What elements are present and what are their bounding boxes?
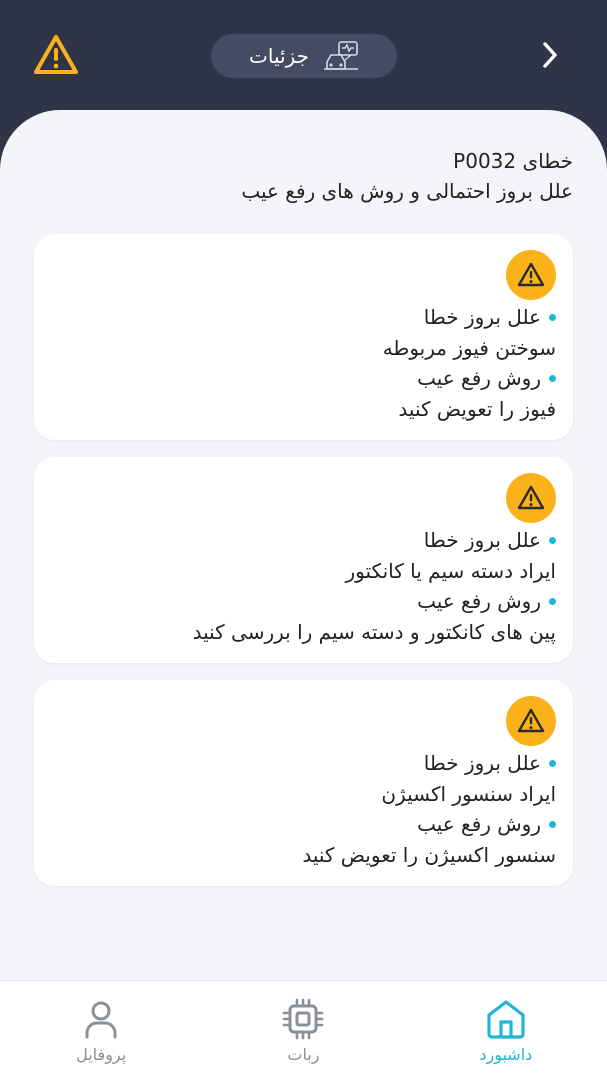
fault-code: خطای P0032 [453, 149, 573, 173]
page-title-pill: جزئیات [211, 34, 397, 78]
cause-text: ایراد سنسور اکسیژن [381, 781, 556, 806]
chevron-right-icon [543, 42, 557, 68]
nav-dashboard[interactable]: داشبورد [431, 997, 581, 1064]
nav-profile[interactable]: پروفایل [26, 997, 176, 1064]
cause-card: علل بروز خطا سوختن فیوز مربوطه روش رفع ع… [34, 234, 573, 440]
user-icon [85, 1001, 117, 1039]
warning-triangle-icon [517, 485, 545, 510]
fix-text: پین های کانکتور و دسته سیم را بررسی کنید [192, 619, 556, 644]
bottom-navigation: پروفایل ربات داشبورد [0, 980, 607, 1080]
fault-subtitle: علل بروز احتمالی و روش های رفع عیب [241, 179, 573, 203]
content-area: خطای P0032 علل بروز احتمالی و روش های رف… [0, 110, 607, 980]
card-warning-badge [506, 250, 556, 300]
page-title: جزئیات [249, 44, 309, 68]
card-warning-badge [506, 473, 556, 523]
warning-triangle-icon [517, 708, 545, 733]
fix-text: سنسور اکسیژن را تعویض کنید [302, 842, 556, 867]
warning-triangle-icon[interactable] [33, 34, 79, 76]
cause-label: علل بروز خطا [51, 525, 556, 556]
fix-label: روش رفع عیب [51, 809, 556, 840]
cause-card: علل بروز خطا ایراد سنسور اکسیژن روش رفع … [34, 680, 573, 886]
bullet-dot [549, 820, 556, 828]
bullet-dot [549, 597, 556, 605]
fix-label: روش رفع عیب [51, 586, 556, 617]
chip-icon [283, 998, 324, 1040]
nav-robot-label: ربات [287, 1045, 320, 1064]
cause-label: علل بروز خطا [51, 302, 556, 333]
home-icon [487, 1000, 525, 1039]
fault-heading: خطای P0032 علل بروز احتمالی و روش های رف… [241, 146, 573, 206]
cause-card: علل بروز خطا ایراد دسته سیم یا کانکتور ر… [34, 457, 573, 663]
nav-profile-label: پروفایل [76, 1045, 127, 1064]
card-warning-badge [506, 696, 556, 746]
cause-text: سوختن فیوز مربوطه [382, 335, 556, 360]
cause-text: ایراد دسته سیم یا کانکتور [345, 558, 557, 583]
bullet-dot [549, 374, 556, 382]
warning-triangle-icon [517, 262, 545, 287]
nav-dashboard-label: داشبورد [479, 1045, 533, 1064]
fix-text: فیوز را تعویض کنید [398, 396, 556, 421]
nav-robot[interactable]: ربات [228, 997, 378, 1064]
car-diagnostic-icon [323, 41, 358, 70]
bullet-dot [549, 759, 556, 767]
back-button[interactable] [537, 38, 563, 72]
fix-label: روش رفع عیب [51, 363, 556, 394]
bullet-dot [549, 313, 556, 321]
bullet-dot [549, 536, 556, 544]
cause-label: علل بروز خطا [51, 748, 556, 779]
